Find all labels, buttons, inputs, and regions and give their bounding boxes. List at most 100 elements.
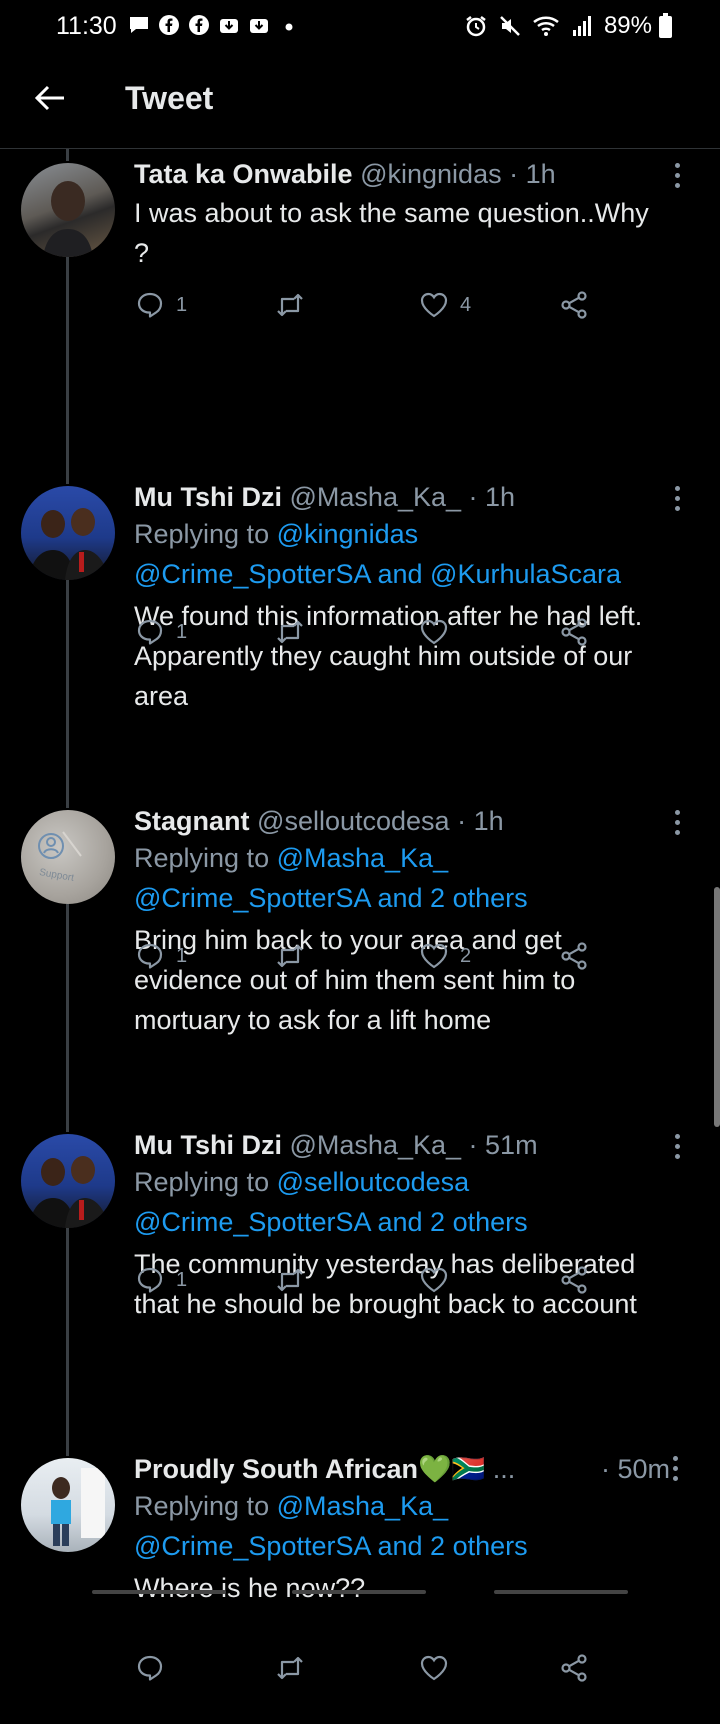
like-icon (420, 292, 448, 318)
thread-connector (66, 580, 69, 796)
share-icon (561, 1266, 587, 1294)
wifi-icon (533, 16, 559, 36)
reply-button[interactable]: 1 (134, 938, 187, 974)
more-options-icon[interactable] (672, 486, 682, 514)
retweet-icon (277, 944, 303, 968)
share-button[interactable] (558, 1650, 590, 1686)
thread-connector (66, 1228, 69, 1444)
like-icon (420, 1267, 448, 1293)
display-name[interactable]: Mu Tshi Dzi (134, 482, 282, 512)
user-handle[interactable]: @selloutcodesa (257, 806, 450, 836)
avatar[interactable] (21, 163, 115, 257)
retweet-button[interactable] (274, 1650, 316, 1686)
tweet-header: Mu Tshi Dzi @Masha_Ka_ · 1h (134, 480, 670, 514)
tweet-time: · 51m (468, 1130, 538, 1160)
avatar[interactable] (21, 486, 115, 580)
reply-button[interactable]: 1 (134, 287, 187, 323)
retweet-icon (277, 293, 303, 317)
user-handle[interactable]: ... (493, 1454, 516, 1484)
replying-to-handle[interactable]: @selloutcodesa (277, 1167, 470, 1197)
status-bar: 11:30 89% (0, 0, 720, 56)
tweet-header: Mu Tshi Dzi @Masha_Ka_ · 51m (134, 1128, 670, 1162)
tweet-time: · 1h (509, 159, 556, 189)
like-button[interactable]: 2 (418, 938, 471, 974)
user-handle[interactable]: @Masha_Ka_ (290, 482, 462, 512)
user-handle[interactable]: @kingnidas (360, 159, 502, 189)
share-icon (561, 942, 587, 970)
retweet-button[interactable] (274, 938, 316, 974)
battery-percent: 89% (603, 12, 652, 39)
replying-to-handle[interactable]: @Masha_Ka_ (277, 843, 449, 873)
tweet[interactable]: Mu Tshi Dzi @Masha_Ka_ · 1h Replying to … (0, 472, 720, 796)
like-button[interactable] (418, 1262, 460, 1298)
reply-icon (137, 1655, 163, 1681)
mute-icon (500, 16, 520, 36)
replying-to: Replying to @Masha_Ka_ (134, 838, 670, 878)
tweet[interactable]: Tata ka Onwabile @kingnidas · 1h I was a… (0, 149, 720, 472)
gesture-bar (0, 1582, 720, 1600)
back-arrow-icon[interactable] (30, 78, 70, 118)
replying-to: Replying to @selloutcodesa (134, 1162, 670, 1202)
page-title: Tweet (125, 80, 214, 116)
replying-to-handle[interactable]: @Masha_Ka_ (277, 1491, 449, 1521)
tweet-time: · 1h (468, 482, 516, 512)
download-icon (220, 19, 238, 33)
like-button[interactable]: 4 (418, 287, 471, 323)
avatar[interactable] (21, 1458, 115, 1552)
retweet-button[interactable] (274, 1262, 316, 1298)
battery-icon (659, 13, 672, 38)
tweet[interactable]: Support Stagnant @selloutcodesa · 1h Rep… (0, 796, 720, 1120)
share-button[interactable] (558, 1262, 590, 1298)
share-button[interactable] (558, 614, 590, 650)
top-app-bar: Tweet (0, 56, 720, 149)
retweet-icon (277, 620, 303, 644)
display-name[interactable]: Tata ka Onwabile (134, 159, 353, 189)
nav-hint[interactable] (292, 1590, 426, 1594)
reply-button[interactable]: 1 (134, 1262, 187, 1298)
tweet-actions: 1 2 (134, 938, 604, 974)
share-icon (561, 1654, 587, 1682)
facebook-icon (189, 15, 209, 35)
tweet-actions: 1 (134, 614, 604, 650)
tweet-thread[interactable]: Tata ka Onwabile @kingnidas · 1h I was a… (0, 149, 720, 1724)
reply-count: 1 (176, 1268, 188, 1291)
user-handle[interactable]: @Masha_Ka_ (290, 1130, 462, 1160)
more-options-icon[interactable] (672, 1134, 682, 1162)
replying-to-handle[interactable]: @kingnidas (277, 519, 419, 549)
reply-count: 1 (176, 620, 188, 643)
reply-count: 1 (176, 944, 188, 967)
like-button[interactable] (418, 1650, 460, 1686)
retweet-button[interactable] (274, 287, 316, 323)
tweet-header: Stagnant @selloutcodesa · 1h (134, 804, 670, 838)
like-icon (420, 1655, 448, 1681)
tweet-actions: 1 4 (134, 287, 604, 323)
more-options-icon[interactable] (670, 1456, 680, 1484)
display-name[interactable]: Proudly South African💚🇿🇦 (134, 1454, 485, 1484)
tweet-header: Tata ka Onwabile @kingnidas · 1h (134, 157, 670, 191)
scrollbar[interactable] (714, 887, 720, 1127)
replying-to-others[interactable]: @Crime_SpotterSA and @KurhulaScara (134, 554, 670, 594)
replying-to-others[interactable]: @Crime_SpotterSA and 2 others (134, 1526, 670, 1566)
reply-icon (137, 1267, 163, 1293)
retweet-button[interactable] (274, 614, 316, 650)
signal-icon (572, 16, 591, 36)
more-options-icon[interactable] (672, 163, 682, 191)
reply-button[interactable] (134, 1650, 176, 1686)
replying-to-others[interactable]: @Crime_SpotterSA and 2 others (134, 878, 670, 918)
like-button[interactable] (418, 614, 460, 650)
more-options-icon[interactable] (672, 810, 682, 838)
display-name[interactable]: Mu Tshi Dzi (134, 1130, 282, 1160)
share-button[interactable] (558, 938, 590, 974)
share-button[interactable] (558, 287, 590, 323)
display-name[interactable]: Stagnant (134, 806, 250, 836)
replying-to-others[interactable]: @Crime_SpotterSA and 2 others (134, 1202, 670, 1242)
tweet[interactable]: Mu Tshi Dzi @Masha_Ka_ · 51m Replying to… (0, 1120, 720, 1444)
tweet-actions: 1 (134, 1262, 604, 1298)
like-icon (420, 619, 448, 645)
tweet-text: I was about to ask the same question..Wh… (134, 198, 649, 268)
thread-connector (66, 257, 69, 472)
thread-connector (66, 149, 69, 161)
reply-button[interactable]: 1 (134, 614, 187, 650)
avatar[interactable]: Support (21, 810, 115, 904)
avatar[interactable] (21, 1134, 115, 1228)
